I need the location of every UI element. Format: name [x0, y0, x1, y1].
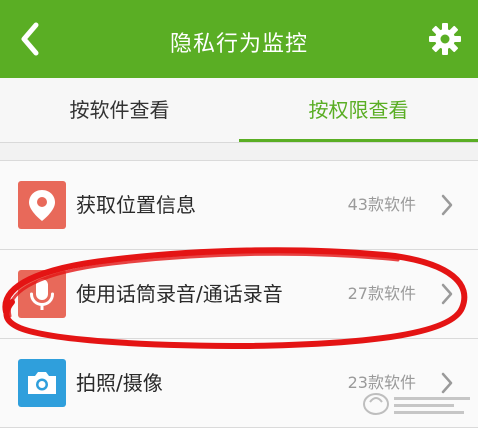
permission-label: 获取位置信息 — [76, 193, 196, 217]
microphone-icon — [30, 279, 54, 310]
tab-by-app[interactable]: 按软件查看 — [0, 78, 239, 142]
camera-icon — [28, 372, 56, 394]
tab-by-permission[interactable]: 按权限查看 — [239, 78, 478, 142]
settings-button[interactable] — [428, 22, 462, 56]
app-count: 43款软件 — [347, 195, 416, 214]
permission-row-microphone[interactable]: 使用话筒录音/通话录音 27款软件 — [0, 250, 478, 339]
permission-row-location[interactable]: 获取位置信息 43款软件 — [0, 161, 478, 250]
location-pin-icon — [29, 190, 55, 221]
chevron-right-icon — [441, 283, 453, 305]
permission-label: 使用话筒录音/通话录音 — [76, 282, 283, 306]
permission-list: 获取位置信息 43款软件 使用话筒录音/通话录音 27款软件 拍照/摄像 23款… — [0, 160, 478, 428]
watermark-logo — [363, 393, 470, 415]
camera-icon-tile — [18, 359, 66, 407]
location-icon-tile — [18, 181, 66, 229]
gear-icon — [429, 23, 461, 55]
view-tabs: 按软件查看 按权限查看 — [0, 78, 478, 143]
app-count: 27款软件 — [347, 284, 416, 303]
microphone-icon-tile — [18, 270, 66, 318]
page-title: 隐私行为监控 — [169, 32, 308, 57]
tabs-divider — [0, 142, 478, 143]
chevron-right-icon — [441, 194, 453, 216]
permission-label: 拍照/摄像 — [76, 371, 163, 395]
app-header: 隐私行为监控 — [0, 0, 478, 78]
